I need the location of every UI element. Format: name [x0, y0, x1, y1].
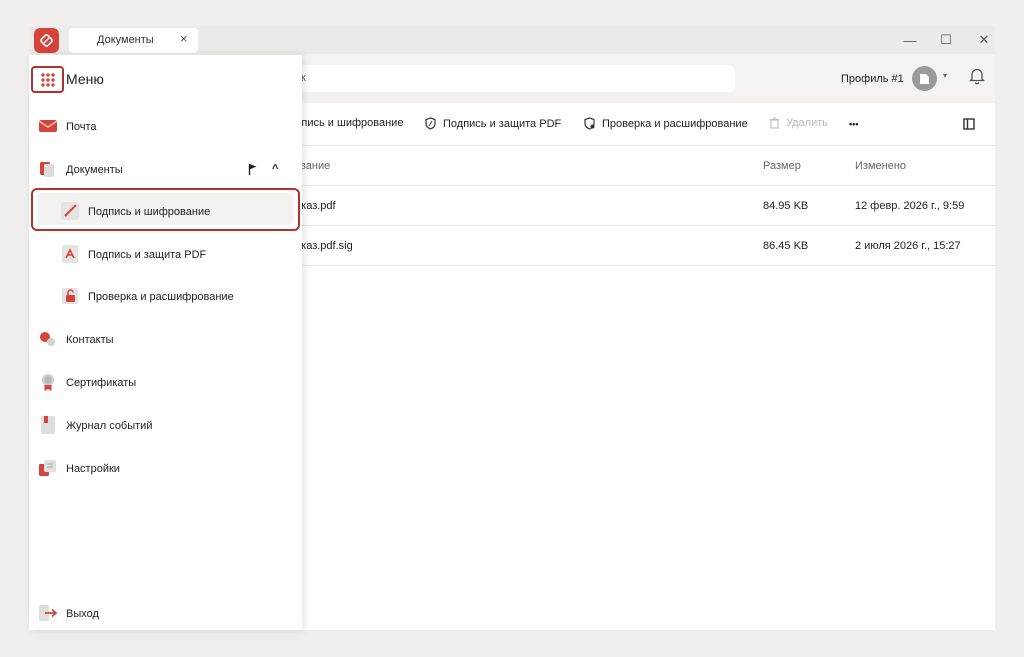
delete-button[interactable]: Удалить — [769, 117, 828, 129]
menu-item-contacts[interactable]: Контакты — [29, 322, 302, 356]
verify-shield-icon — [584, 117, 595, 130]
avatar[interactable] — [912, 66, 937, 91]
mail-icon — [38, 120, 58, 132]
collapse-caret-icon[interactable]: ^ — [272, 163, 278, 175]
menu-item-verify-decrypt[interactable]: Проверка и расшифрование — [29, 279, 302, 313]
row-1-modified: 12 февр. 2026 г., 9:59 — [855, 200, 965, 212]
maximize-icon[interactable]: ☐ — [936, 30, 956, 50]
pdf-shield-icon — [425, 117, 436, 130]
row-2-size: 86.45 KB — [763, 240, 809, 252]
menu-item-journal[interactable]: Журнал событий — [29, 408, 302, 442]
logout-icon — [39, 605, 58, 621]
verify-decrypt-label: Проверка и расшифрование — [602, 117, 748, 130]
sign-encrypt-icon — [61, 202, 79, 220]
app-logo-icon — [34, 28, 59, 53]
unlock-icon — [62, 288, 78, 304]
tab-documents[interactable]: Документы × — [69, 28, 198, 53]
profile-caret-icon[interactable]: ▾ — [943, 71, 947, 80]
menu-item-label: Почта — [66, 121, 97, 133]
close-window-icon[interactable]: ✕ — [974, 30, 994, 50]
tab-label: Документы — [97, 34, 154, 46]
row-2-modified: 2 июля 2026 г., 15:27 — [855, 240, 961, 252]
grid-icon — [40, 72, 55, 87]
title-bar: Документы × — ☐ ✕ — [29, 26, 995, 54]
menu-item-label: Сертификаты — [66, 377, 137, 389]
menu-item-label: Документы — [66, 164, 123, 176]
minimize-icon[interactable]: — — [900, 30, 920, 50]
certificate-icon — [42, 374, 54, 391]
menu-item-label: Контакты — [66, 334, 114, 346]
tab-close-icon[interactable]: × — [180, 31, 188, 46]
menu-item-sign-pdf[interactable]: Подпись и защита PDF — [29, 237, 302, 271]
sign-encrypt-button[interactable]: дпись и шифрование — [295, 117, 403, 129]
verify-decrypt-button[interactable]: Проверка и расшифрование — [583, 117, 748, 130]
trash-icon — [770, 117, 779, 129]
profile-label[interactable]: Профиль #1 — [841, 73, 904, 85]
menu-item-sign-encrypt[interactable]: Подпись и шифрование — [29, 194, 302, 228]
menu-item-documents[interactable]: Документы ^ — [29, 152, 302, 186]
menu-item-settings[interactable]: Настройки — [29, 451, 302, 485]
menu-item-label: Выход — [66, 608, 99, 620]
menu-item-label: Подпись и защита PDF — [88, 249, 207, 261]
more-icon[interactable]: ••• — [849, 119, 858, 129]
menu-item-logout[interactable]: Выход — [29, 596, 302, 630]
sign-pdf-button[interactable]: Подпись и защита PDF — [424, 117, 561, 130]
row-2-name[interactable]: иказ.pdf.sig — [295, 240, 353, 252]
menu-item-label: Проверка и расшифрование — [88, 291, 234, 303]
column-modified[interactable]: Изменено — [855, 160, 906, 172]
delete-label: Удалить — [786, 117, 828, 129]
documents-icon — [40, 162, 54, 177]
panel-toggle-icon[interactable] — [963, 118, 975, 130]
document-avatar-icon — [920, 73, 929, 84]
menu-item-certificates[interactable]: Сертификаты — [29, 365, 302, 399]
menu-item-mail[interactable]: Почта — [29, 109, 302, 143]
menu-title: Меню — [66, 71, 104, 87]
bell-icon[interactable] — [968, 67, 986, 90]
menu-item-label: Подпись и шифрование — [88, 206, 211, 218]
search-input[interactable]: к — [283, 65, 735, 92]
row-1-size: 84.95 KB — [763, 200, 809, 212]
contacts-icon — [40, 332, 55, 346]
menu-grid-button[interactable] — [31, 66, 64, 93]
menu-item-label: Настройки — [66, 463, 120, 475]
pdf-icon — [62, 245, 78, 263]
column-size[interactable]: Размер — [763, 160, 801, 172]
menu-item-label: Журнал событий — [66, 420, 153, 432]
sign-encrypt-label: дпись и шифрование — [295, 117, 404, 129]
sign-pdf-label: Подпись и защита PDF — [443, 117, 562, 130]
journal-icon — [41, 416, 55, 434]
settings-icon — [39, 460, 56, 476]
navigation-menu: Меню Почта Документы ^ Подпись и шифрова… — [29, 55, 302, 630]
flag-icon[interactable] — [248, 163, 258, 175]
